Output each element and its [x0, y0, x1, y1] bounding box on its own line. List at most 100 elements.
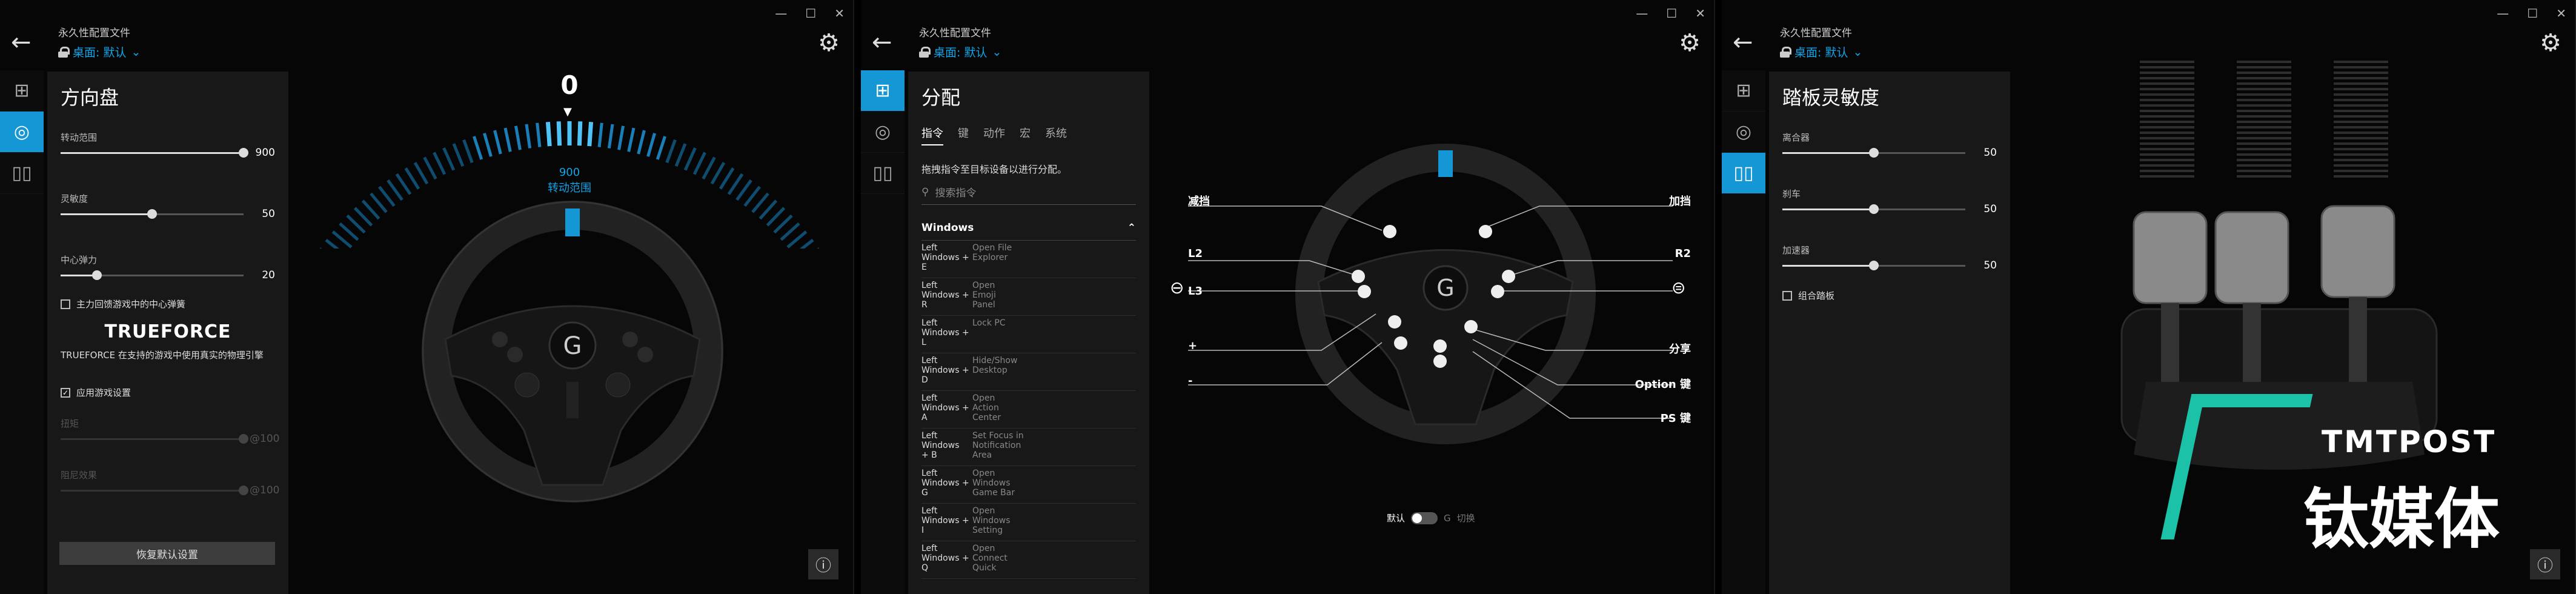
range-tick [674, 143, 687, 167]
toggle-switch[interactable] [1411, 512, 1438, 524]
assign-tab-icon[interactable]: ⊞ [1722, 70, 1765, 112]
marker-minus[interactable] [1394, 336, 1407, 350]
sensitivity-slider[interactable] [61, 209, 244, 219]
marker-downshift[interactable] [1383, 225, 1396, 238]
pedal-level-segment [2237, 153, 2291, 156]
pedal-level-segment [2334, 61, 2388, 63]
marker-upshift[interactable] [1479, 225, 1492, 238]
info-icon[interactable]: ⓘ [808, 549, 838, 579]
tab-commands[interactable]: 指令 [921, 125, 943, 145]
pedal-level-segment [2140, 66, 2194, 68]
range-tick [727, 173, 744, 195]
watermark-cn: 钛媒体 [2303, 482, 2500, 558]
back-arrow-icon[interactable]: ← [11, 30, 32, 55]
wheel-tab-icon[interactable]: ◎ [0, 112, 44, 153]
assign-tab-icon[interactable]: ⊞ [0, 70, 44, 112]
button-leader-lines [1188, 205, 1673, 419]
marker-plus[interactable] [1388, 315, 1401, 329]
rotation-label: 转动范围 [61, 132, 98, 143]
info-icon[interactable]: ⓘ [2530, 549, 2560, 579]
pedal-tab-icon[interactable]: ▯▯ [0, 153, 44, 194]
wheel-tab-icon[interactable]: ◎ [1722, 112, 1765, 153]
right-nav-icon[interactable]: ⊜ [1671, 278, 1685, 298]
centering-checkbox[interactable]: 主力回馈游戏中的中心弹簧 [61, 298, 275, 310]
marker-share[interactable] [1464, 320, 1478, 333]
combined-pedals-checkbox[interactable]: 组合踏板 [1782, 289, 1997, 302]
list-item[interactable]: Left Windows + Q Open Connect Quick [921, 541, 1136, 579]
strength-value: @100 [250, 433, 280, 445]
list-item[interactable]: Left Windows + A Open Action Center [921, 391, 1136, 429]
default-toggle[interactable]: 默认 G 切换 [1387, 512, 1475, 524]
range-tick [536, 122, 542, 147]
pedal-level-segment [2237, 115, 2291, 118]
pedal-level-segment [2140, 153, 2194, 156]
list-item[interactable]: Left Windows + E Open File Explorer [921, 241, 1136, 278]
pedal-level-segment [2140, 88, 2194, 90]
rotation-slider[interactable] [61, 147, 248, 158]
list-item[interactable]: Left Windows + L Lock PC [921, 316, 1136, 353]
profile-selector[interactable]: 桌面: 默认 ⌄ [58, 44, 141, 60]
brake-slider[interactable] [1782, 204, 1965, 214]
window-controls[interactable]: — ☐ ✕ [1636, 6, 1705, 21]
pedal-level-segment [2140, 110, 2194, 112]
brake-value: 50 [1983, 203, 1997, 215]
pedal-level-segment [2334, 148, 2388, 150]
list-item[interactable]: Left Windows + D Hide/Show Desktop [921, 353, 1136, 391]
left-nav-icon[interactable]: ⊖ [1170, 278, 1184, 298]
pedal-level-segment [2140, 164, 2194, 167]
list-item[interactable]: Left Windows + G Open Windows Game Bar [921, 466, 1136, 504]
centering-slider[interactable] [61, 270, 244, 280]
marker-l3[interactable] [1358, 285, 1371, 298]
damping-value: @100 [250, 484, 280, 496]
label-l2: L2 [1188, 247, 1203, 260]
throttle-slider[interactable] [1782, 260, 1965, 270]
marker-l2[interactable] [1352, 270, 1365, 283]
marker-ps[interactable] [1433, 355, 1447, 368]
gear-icon[interactable]: ⚙ [1679, 29, 1701, 57]
wheel-settings-panel: 方向盘 转动范围 900 灵敏度 50 中心弹力 20 主力回馈游戏中的中心弹簧… [47, 72, 288, 594]
tab-actions[interactable]: 动作 [983, 125, 1005, 145]
search-input[interactable]: ⚲ 搜索指令 [921, 184, 1136, 205]
window-controls[interactable]: — ☐ ✕ [775, 6, 845, 21]
game-settings-checkbox[interactable]: ✓ 应用游戏设置 [61, 386, 275, 399]
pedal-tab-icon[interactable]: ▯▯ [1722, 153, 1765, 194]
tab-keys[interactable]: 键 [958, 125, 969, 145]
pedal-level-segment [2334, 88, 2388, 90]
reset-button[interactable]: 恢复默认设置 [59, 542, 275, 565]
clutch-slider[interactable] [1782, 147, 1965, 158]
strength-label: 扭矩 [61, 418, 79, 429]
pedal-tab-icon[interactable]: ▯▯ [861, 153, 905, 194]
back-arrow-icon[interactable]: ← [1733, 30, 1753, 55]
back-arrow-icon[interactable]: ← [872, 30, 892, 55]
range-tick [404, 167, 420, 190]
clutch-label: 离合器 [1782, 132, 1810, 143]
svg-text:G: G [563, 332, 582, 360]
profile-selector[interactable]: 桌面: 默认 ⌄ [1780, 44, 1862, 60]
list-item[interactable]: Left Windows + I Open Windows Setting [921, 504, 1136, 541]
range-tick [743, 185, 761, 207]
marker-r2[interactable] [1502, 270, 1515, 283]
pedal-level-segment [2140, 159, 2194, 161]
pedal-level-bars [2140, 61, 2388, 178]
category-header[interactable]: Windows ⌃ [921, 222, 1136, 241]
label-share: 分享 [1669, 343, 1691, 356]
pedal-level-segment [2334, 77, 2388, 79]
gear-icon[interactable]: ⚙ [818, 29, 840, 57]
throttle-label: 加速器 [1782, 245, 1810, 256]
wheel-tab-icon[interactable]: ◎ [861, 112, 905, 153]
window-controls[interactable]: — ☐ ✕ [2497, 6, 2566, 21]
watermark-en: TMTPOST [2322, 424, 2497, 459]
list-item[interactable]: Left Windows + R Open Emoji Panel [921, 278, 1136, 316]
tab-system[interactable]: 系统 [1045, 125, 1067, 145]
tab-macros[interactable]: 宏 [1020, 125, 1031, 145]
assign-tab-icon[interactable]: ⊞ [861, 70, 905, 112]
marker-r3[interactable] [1491, 285, 1504, 298]
profile-selector[interactable]: 桌面: 默认 ⌄ [919, 44, 1001, 60]
command-tabs: 指令 键 动作 宏 系统 [921, 125, 1136, 145]
gear-icon[interactable]: ⚙ [2540, 29, 2561, 57]
range-tick [346, 214, 366, 234]
pedal-level-segment [2334, 99, 2388, 101]
list-item[interactable]: Left Windows + B Set Focus in Notificatio… [921, 429, 1136, 466]
range-tick [735, 179, 752, 201]
marker-option[interactable] [1433, 339, 1447, 353]
